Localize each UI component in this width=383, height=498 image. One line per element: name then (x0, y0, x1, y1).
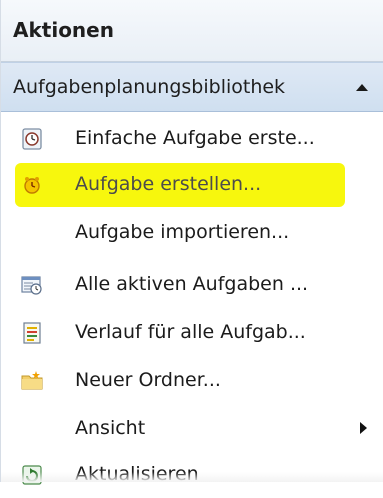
menu-item-label: Aufgabe importieren... (75, 221, 290, 243)
menu-item-view[interactable]: Ansicht (1, 406, 383, 452)
menu-item-new-folder[interactable]: Neuer Ordner... (1, 358, 383, 404)
menu-item-label: Alle aktiven Aufgaben ... (75, 273, 309, 295)
collapse-up-arrow-icon[interactable] (354, 79, 370, 95)
submenu-arrow-icon (360, 422, 367, 434)
actions-header: Aktionen (1, 0, 383, 62)
clock-basic-task-icon (22, 128, 42, 150)
menu-item-label: Aufgabe erstellen... (75, 173, 262, 195)
menu-item-import-task[interactable]: Aufgabe importieren... (1, 210, 383, 256)
menu-item-label: Neuer Ordner... (75, 369, 221, 391)
section-header-task-library[interactable]: Aufgabenplanungsbibliothek (1, 62, 383, 112)
menu-item-history-all-tasks[interactable]: Verlauf für alle Aufgab... (1, 310, 383, 356)
menu-item-label: Einfache Aufgabe erste... (75, 127, 315, 149)
new-folder-icon (21, 371, 43, 390)
clock-create-task-icon (24, 177, 40, 194)
bottom-fade (1, 472, 383, 482)
menu-item-all-active-tasks[interactable]: Alle aktiven Aufgaben ... (1, 262, 383, 308)
history-list-icon (23, 322, 41, 344)
menu-item-basic-task[interactable]: Einfache Aufgabe erste... (1, 116, 383, 162)
calendar-tasks-icon (21, 276, 42, 295)
menu-item-label: Ansicht (75, 417, 146, 439)
section-header-label: Aufgabenplanungsbibliothek (13, 76, 286, 98)
actions-panel: Aktionen Aufgabenplanungsbibliothek Einf… (0, 0, 383, 485)
menu-item-create-task[interactable]: Aufgabe erstellen... (1, 162, 383, 208)
actions-title: Aktionen (13, 18, 114, 42)
menu-item-label: Verlauf für alle Aufgab... (75, 321, 306, 343)
